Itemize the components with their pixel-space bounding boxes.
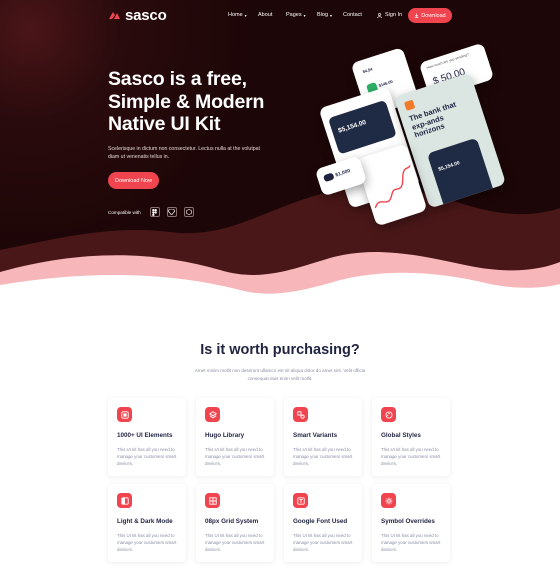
feature-card: Google Font Used This UI kit has all you… bbox=[284, 484, 362, 562]
mockup-balance-amount: $146.00 bbox=[378, 78, 394, 88]
feature-card: Global Styles This UI kit has all you ne… bbox=[372, 398, 450, 476]
palette-icon bbox=[381, 407, 396, 422]
feature-card-title: 1000+ UI Elements bbox=[117, 432, 173, 439]
feature-card-text: This UI kit has all you need to manage y… bbox=[293, 533, 353, 552]
bank-icon bbox=[403, 99, 416, 111]
compatible-label: Compatible with bbox=[108, 209, 141, 215]
adobe-xd-icon bbox=[183, 207, 194, 217]
grid-icon bbox=[205, 493, 220, 508]
feature-card: Light & Dark Mode This UI kit has all yo… bbox=[108, 484, 186, 562]
feature-card-title: Hugo Library bbox=[205, 432, 245, 439]
nav-link-blog[interactable]: Blog ▾ bbox=[317, 12, 343, 18]
download-now-button[interactable]: Download Now bbox=[108, 172, 159, 189]
chevron-down-icon: ▾ bbox=[330, 12, 333, 18]
nav-link-label: Contact bbox=[343, 12, 362, 18]
hero-title: Sasco is a free, Simple & Modern Native … bbox=[108, 68, 328, 136]
brand-logo-icon bbox=[109, 12, 120, 19]
feature-card-text: This UI kit has all you need to manage y… bbox=[117, 533, 177, 552]
chevron-down-icon: ▾ bbox=[303, 12, 306, 18]
nav-link-home[interactable]: Home ▾ bbox=[228, 12, 258, 18]
user-icon bbox=[377, 12, 382, 18]
feature-card-text: This UI kit has all you need to manage y… bbox=[293, 447, 353, 466]
mockup-promo-title: The bank that exp-ands horizons bbox=[407, 99, 458, 140]
feature-card-text: This UI kit has all you need to manage y… bbox=[381, 447, 441, 466]
hero-title-line: Simple & Modern bbox=[108, 90, 265, 113]
feature-card: Symbol Overrides This UI kit has all you… bbox=[372, 484, 450, 562]
top-nav: sasco Home ▾ About Pages ▾ Blog ▾ Contact bbox=[0, 0, 560, 32]
nav-link-label: Home bbox=[228, 12, 243, 18]
gear-icon bbox=[381, 493, 396, 508]
contrast-icon bbox=[117, 493, 132, 508]
download-button-label: Download bbox=[421, 12, 446, 19]
mockup-balance-label: $4,54 bbox=[362, 66, 374, 75]
nav-links: Home ▾ About Pages ▾ Blog ▾ Contact bbox=[228, 12, 373, 18]
nav-link-label: Blog bbox=[317, 12, 329, 18]
feature-card-text: This UI kit has all you need to manage y… bbox=[205, 447, 265, 466]
chevron-down-icon: ▾ bbox=[244, 12, 247, 18]
hero-title-line: Sasco is a free, bbox=[108, 68, 247, 90]
feature-card-text: This UI kit has all you need to manage y… bbox=[381, 533, 441, 552]
features-subtitle: Amet minim mollit non deserunt ullamco e… bbox=[194, 368, 366, 381]
feature-card: Hugo Library This UI kit has all you nee… bbox=[196, 398, 274, 476]
hero-subtitle: Scelerisque in dictum non consectetur. L… bbox=[108, 146, 260, 160]
download-button[interactable]: Download bbox=[408, 8, 452, 23]
compatible-with: Compatible with bbox=[108, 207, 194, 217]
brand-name: sasco bbox=[125, 7, 167, 24]
features-title: Is it worth purchasing? bbox=[200, 342, 360, 358]
stack-icon bbox=[205, 407, 220, 422]
shapes-icon bbox=[293, 407, 308, 422]
nav-link-about[interactable]: About bbox=[258, 12, 286, 18]
hero-title-line: Native UI Kit bbox=[108, 113, 221, 135]
feature-card: 08px Grid System This UI kit has all you… bbox=[196, 484, 274, 562]
figma-icon bbox=[149, 207, 160, 217]
feature-card-text: This UI kit has all you need to manage y… bbox=[205, 533, 265, 552]
hero-section: sasco Home ▾ About Pages ▾ Blog ▾ Contact bbox=[0, 0, 560, 300]
nav-link-pages[interactable]: Pages ▾ bbox=[286, 12, 317, 18]
toggle-icon bbox=[322, 172, 335, 183]
brand-logo[interactable]: sasco bbox=[108, 7, 167, 24]
feature-card-title: Smart Variants bbox=[293, 432, 338, 439]
sketch-icon bbox=[166, 207, 177, 217]
download-icon bbox=[415, 13, 419, 18]
feature-card-title: Global Styles bbox=[381, 432, 421, 439]
sign-in-label: Sign In bbox=[385, 12, 403, 18]
nav-link-label: About bbox=[258, 12, 273, 18]
feature-card: Smart Variants This UI kit has all you n… bbox=[284, 398, 362, 476]
feature-card-text: This UI kit has all you need to manage y… bbox=[117, 447, 177, 466]
feature-card-title: Symbol Overrides bbox=[381, 518, 435, 525]
nav-link-label: Pages bbox=[286, 12, 302, 18]
feature-card-title: Light & Dark Mode bbox=[117, 518, 173, 525]
layers-icon bbox=[117, 407, 132, 422]
mockup-send-amount: $1,000 bbox=[334, 168, 352, 179]
feature-card: 1000+ UI Elements This UI kit has all yo… bbox=[108, 398, 186, 476]
nav-link-contact[interactable]: Contact bbox=[343, 12, 373, 18]
feature-card-title: 08px Grid System bbox=[205, 518, 259, 525]
font-icon bbox=[293, 493, 308, 508]
sign-in-link[interactable]: Sign In bbox=[377, 12, 402, 18]
feature-card-title: Google Font Used bbox=[293, 518, 348, 525]
